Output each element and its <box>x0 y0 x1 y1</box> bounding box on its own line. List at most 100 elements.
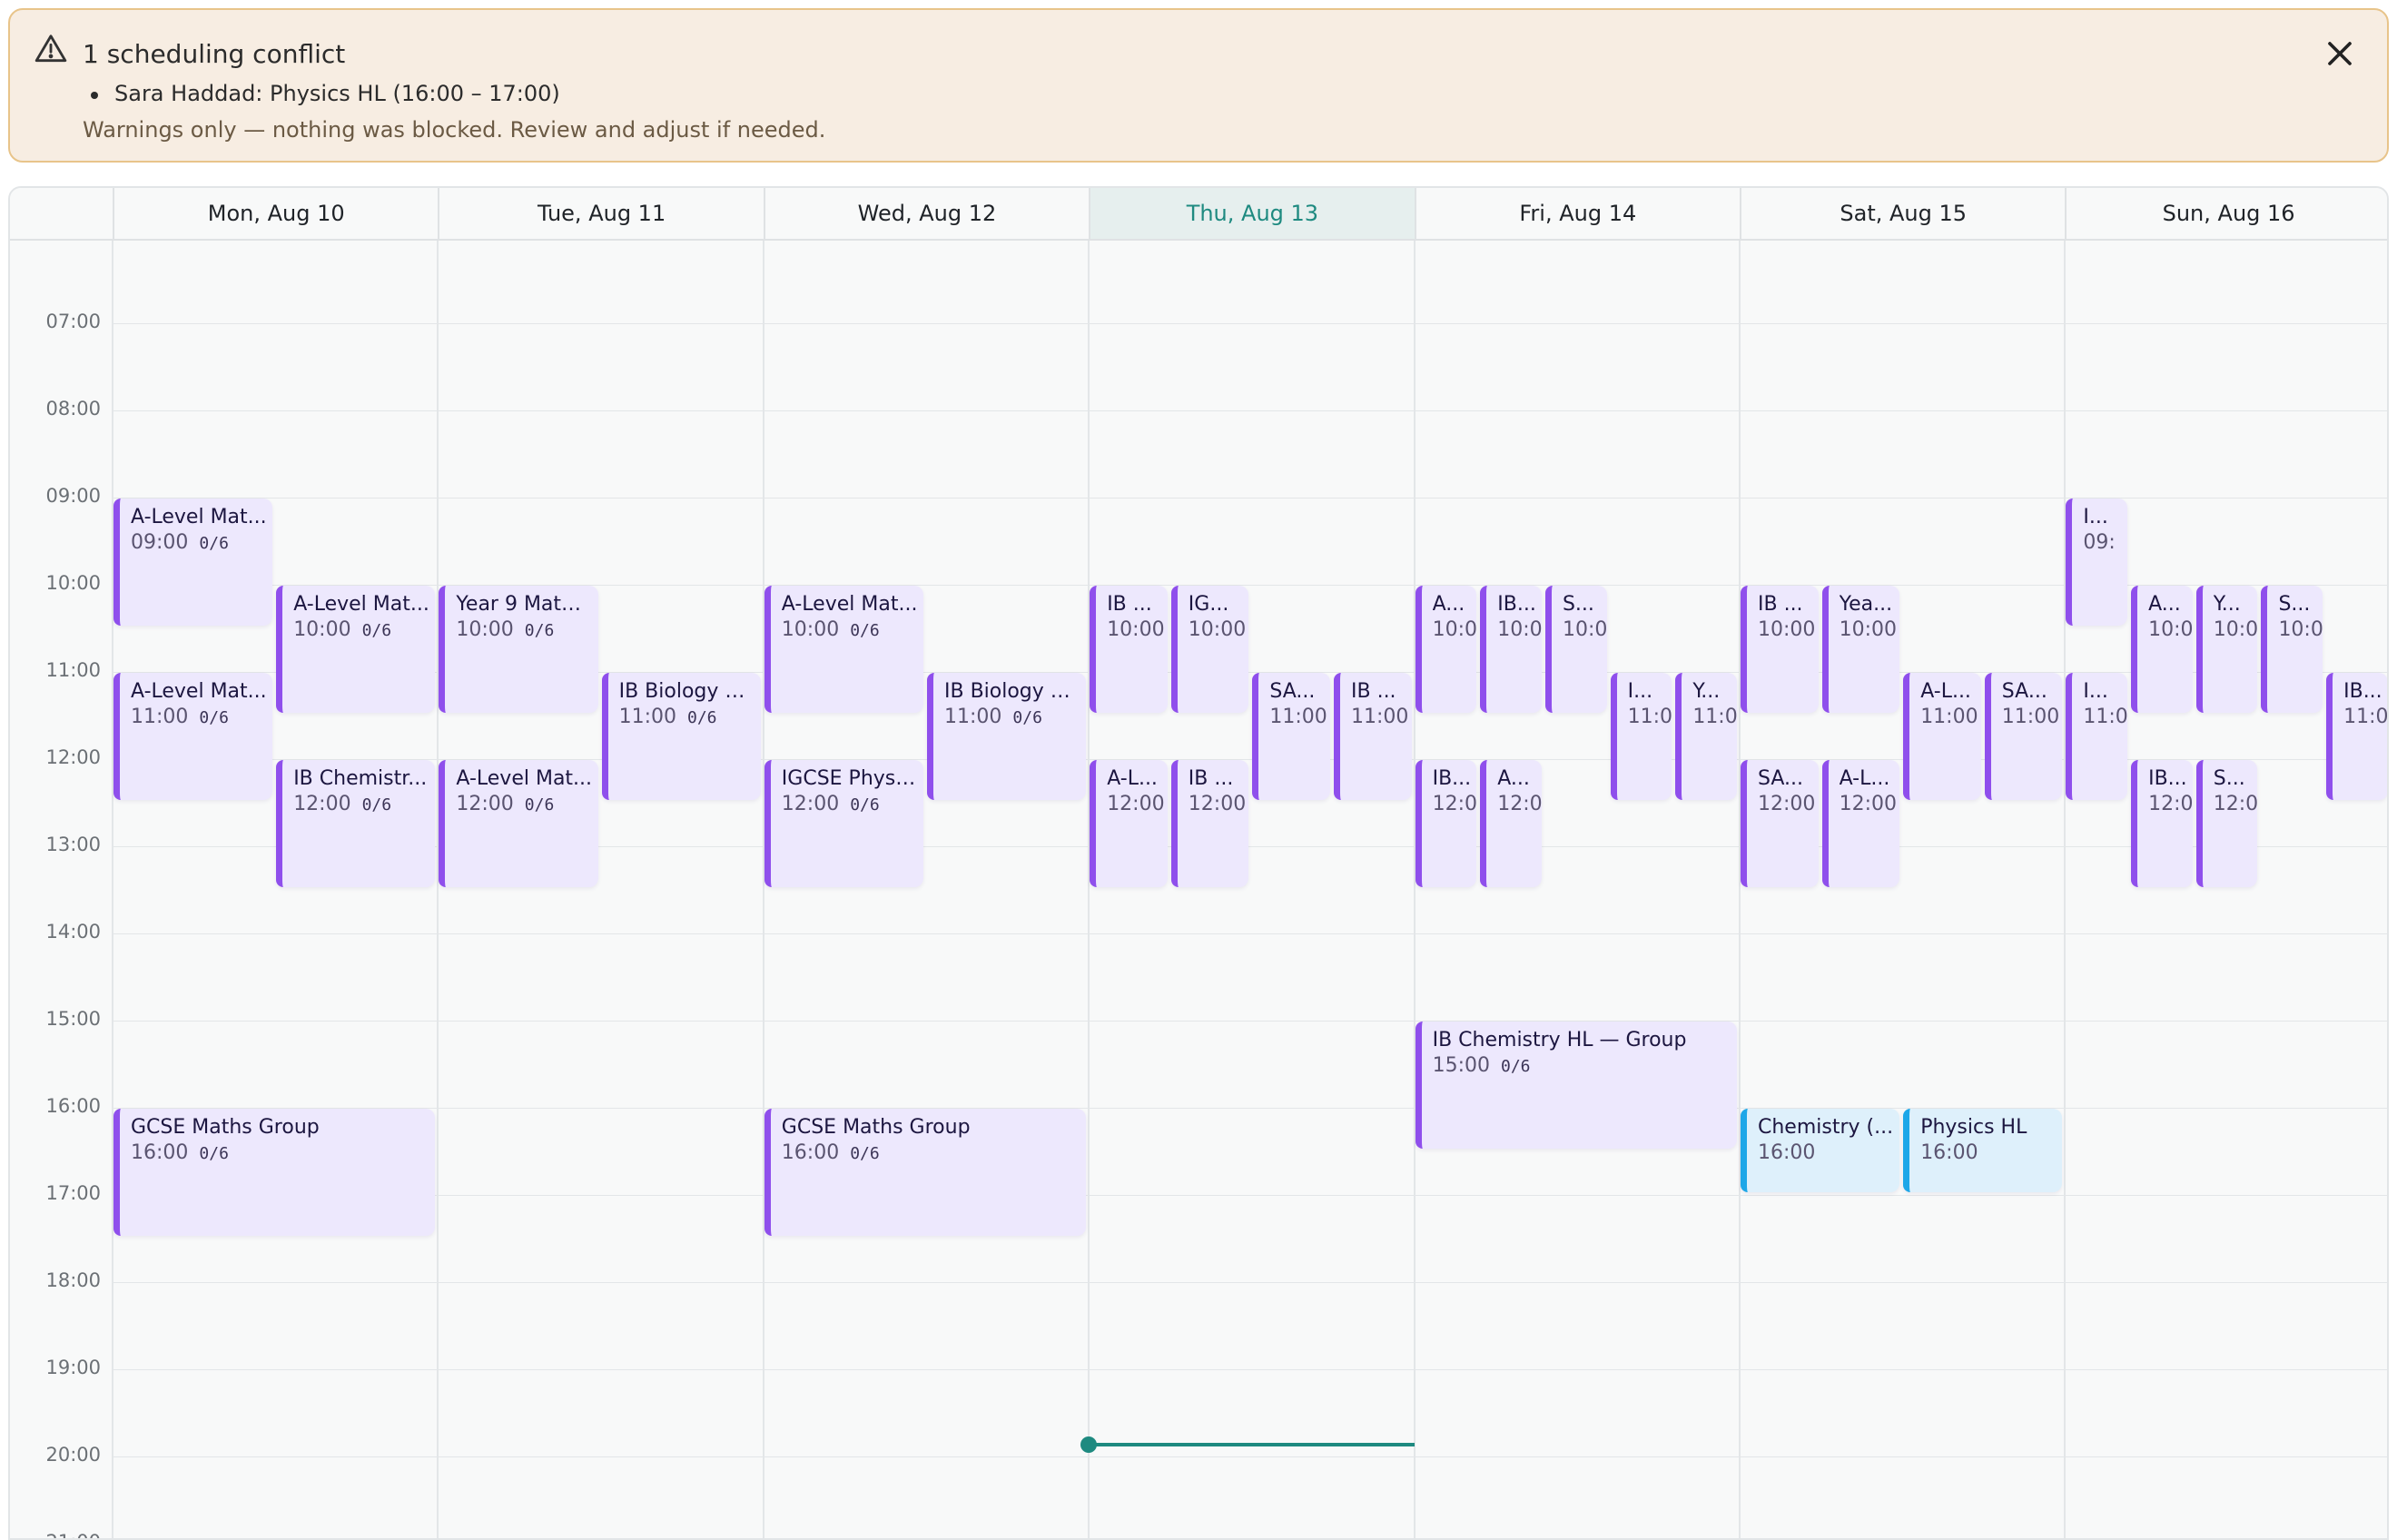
calendar-event[interactable]: A-L... 11:00 <box>1903 673 1981 801</box>
event-start-time: 15:00 <box>1432 1054 1490 1078</box>
calendar-event[interactable]: A-Level Mat... 10:00 0/6 <box>276 586 436 714</box>
banner-title: 1 scheduling conflict <box>83 39 346 69</box>
calendar-header: Mon, Aug 10 Tue, Aug 11 Wed, Aug 12 Thu, Au… <box>10 188 2387 241</box>
event-start-time: 16:00 <box>1758 1141 1816 1165</box>
calendar-event[interactable]: A-Level Mat... 12:00 0/6 <box>439 760 598 888</box>
event-start-time: 10:0 <box>1432 618 1477 642</box>
calendar-event[interactable]: I... 11:0 <box>1610 673 1672 801</box>
event-title: GCSE Maths Group <box>781 1116 971 1140</box>
calendar-event[interactable]: IB ... 12:00 <box>1170 760 1249 888</box>
week-calendar: Mon, Aug 10 Tue, Aug 11 Wed, Aug 12 Thu, Au… <box>8 186 2389 1540</box>
event-title: IB ... <box>1351 680 1396 704</box>
event-time: 12:00 <box>1189 793 1246 815</box>
day-header-6[interactable]: Sun, Aug 16 <box>2065 188 2387 239</box>
event-time: 15:00 0/6 <box>1433 1054 1531 1077</box>
event-start-time: 12:0 <box>1497 793 1542 816</box>
calendar-event[interactable]: IB... 12:0 <box>1415 760 1477 888</box>
event-time: 12:0 <box>1433 793 1477 815</box>
event-title: A... <box>1432 593 1465 617</box>
event-start-time: 10:00 <box>781 618 840 642</box>
day-column-divider <box>1739 241 1741 1538</box>
calendar-event[interactable]: IB... 11:0 <box>2326 673 2387 801</box>
event-start-time: 11:00 <box>131 706 189 729</box>
calendar-event[interactable]: Physics HL 16:00 <box>1903 1109 2063 1193</box>
event-title: A... <box>1497 767 1530 791</box>
calendar-event[interactable]: S... 10:0 <box>1544 586 1607 714</box>
banner-note: Warnings only — nothing was blocked. Rev… <box>83 117 826 143</box>
time-label: 18:00 <box>45 1269 101 1292</box>
calendar-event[interactable]: IB... 12:0 <box>2131 760 2193 888</box>
hour-gridline <box>113 1456 2387 1458</box>
event-start-time: 10:00 <box>293 618 351 642</box>
event-start-time: 11:0 <box>1692 706 1737 729</box>
day-header-2[interactable]: Wed, Aug 12 <box>763 188 1089 239</box>
calendar-event[interactable]: S... 10:0 <box>2261 586 2323 714</box>
calendar-event[interactable]: A-Level Mat... 09:00 0/6 <box>113 499 273 627</box>
event-title: A-L... <box>1920 680 1971 704</box>
event-start-time: 10:00 <box>1839 618 1897 642</box>
calendar-event[interactable]: IGCSE Physi... 12:00 0/6 <box>764 760 923 888</box>
event-title: I... <box>2083 506 2108 529</box>
calendar-event[interactable]: Chemistry (... 16:00 <box>1741 1109 1900 1193</box>
day-header-0[interactable]: Mon, Aug 10 <box>113 188 438 239</box>
event-start-time: 09: <box>2083 531 2116 555</box>
event-start-time: 10:00 <box>1758 618 1816 642</box>
time-label: 15:00 <box>45 1008 101 1031</box>
day-column-divider <box>437 241 439 1538</box>
calendar-event[interactable]: I... 09: <box>2066 499 2128 627</box>
hour-gridline <box>113 410 2387 412</box>
calendar-event[interactable]: IB Biology S... 11:00 0/6 <box>927 673 1087 801</box>
day-header-5[interactable]: Sat, Aug 15 <box>1740 188 2065 239</box>
calendar-event[interactable]: GCSE Maths Group 16:00 0/6 <box>113 1109 436 1237</box>
event-time: 12:00 0/6 <box>293 793 391 815</box>
calendar-event[interactable]: IB... 10:0 <box>1480 586 1542 714</box>
event-time: 11:0 <box>1628 706 1672 728</box>
calendar-event[interactable]: A-Level Mat... 11:00 0/6 <box>113 673 273 801</box>
calendar-event[interactable]: IB Chemistry HL — Group 15:00 0/6 <box>1415 1022 1737 1150</box>
time-label: 08:00 <box>45 398 101 420</box>
calendar-event[interactable]: SA... 11:00 <box>1984 673 2063 801</box>
event-start-time: 12:00 <box>1758 793 1816 816</box>
day-header-4[interactable]: Fri, Aug 14 <box>1414 188 1740 239</box>
event-time: 11:00 <box>1269 706 1327 728</box>
calendar-event[interactable]: Y... 10:0 <box>2195 586 2258 714</box>
calendar-event[interactable]: IB ... 11:00 <box>1334 673 1412 801</box>
event-time: 12:00 0/6 <box>456 793 554 815</box>
event-title: Physics HL <box>1920 1116 2027 1140</box>
day-header-3[interactable]: Thu, Aug 13 <box>1089 188 1415 239</box>
calendar-event[interactable]: SA... 12:00 <box>1741 760 1819 888</box>
event-start-time: 11:00 <box>1920 706 1978 729</box>
calendar-event[interactable]: Year 9 Math... 10:00 0/6 <box>439 586 598 714</box>
calendar-event[interactable]: Y... 11:0 <box>1675 673 1737 801</box>
calendar-event[interactable]: IB ... 10:00 <box>1741 586 1819 714</box>
calendar-event[interactable]: S... 12:0 <box>2195 760 2258 888</box>
calendar-event[interactable]: A... 12:0 <box>1480 760 1542 888</box>
calendar-event[interactable]: A-L... 12:00 <box>1821 760 1900 888</box>
calendar-event[interactable]: IB ... 10:00 <box>1090 586 1168 714</box>
event-time: 09: <box>2083 531 2115 554</box>
event-start-time: 12:00 <box>1107 793 1165 816</box>
day-column-divider <box>1088 241 1090 1538</box>
event-time: 12:00 0/6 <box>782 793 880 815</box>
calendar-event[interactable]: A-L... 12:00 <box>1090 760 1168 888</box>
calendar-event[interactable]: IG... 10:00 <box>1170 586 1249 714</box>
event-title: Y... <box>1692 680 1721 704</box>
time-label: 07:00 <box>45 311 101 333</box>
calendar-event[interactable]: GCSE Maths Group 16:00 0/6 <box>764 1109 1087 1237</box>
day-column-divider <box>1413 241 1416 1538</box>
calendar-event[interactable]: A... 10:0 <box>1415 586 1477 714</box>
calendar-event[interactable]: SA... 11:00 <box>1252 673 1330 801</box>
close-icon[interactable] <box>2320 34 2360 74</box>
event-start-time: 10:00 <box>456 618 514 642</box>
calendar-event[interactable]: A-Level Mat... 10:00 0/6 <box>764 586 923 714</box>
calendar-event[interactable]: Yea... 10:00 <box>1821 586 1900 714</box>
event-time: 16:00 <box>1920 1141 1978 1164</box>
day-header-1[interactable]: Tue, Aug 11 <box>438 188 763 239</box>
calendar-event[interactable]: A... 10:0 <box>2131 586 2193 714</box>
event-time: 11:00 0/6 <box>944 706 1042 728</box>
calendar-event[interactable]: IB Chemistr... 12:00 0/6 <box>276 760 436 888</box>
event-start-time: 12:00 <box>1839 793 1897 816</box>
calendar-event[interactable]: IB Biology S... 11:00 0/6 <box>601 673 761 801</box>
calendar-event[interactable]: I... 11:0 <box>2066 673 2128 801</box>
hour-gridline <box>113 1369 2387 1371</box>
